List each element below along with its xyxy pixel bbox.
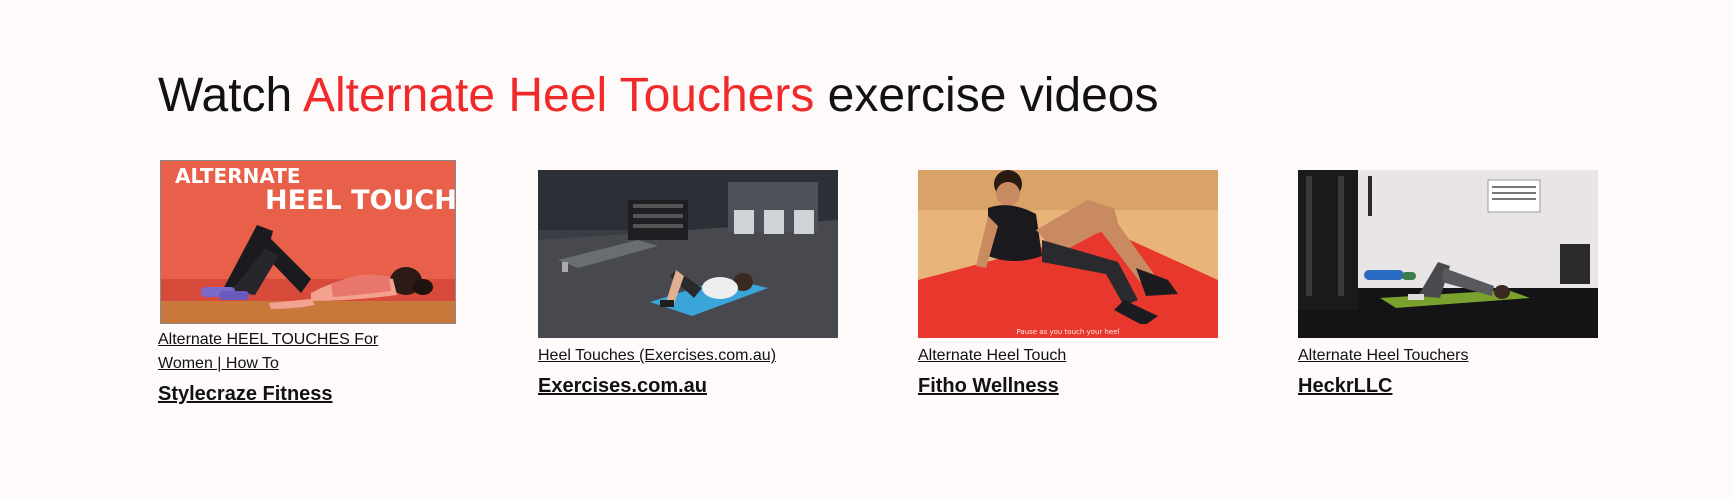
video-title-link[interactable]: Alternate Heel Touchers [1298,344,1598,368]
thumbnail-image: Pause as you touch your heel [918,170,1218,338]
video-title-link[interactable]: Alternate HEEL TOUCHES For Women | How T… [158,328,398,376]
thumbnail-image [538,170,838,338]
video-thumbnail[interactable]: Pause as you touch your heel [918,170,1218,338]
video-title-link[interactable]: Heel Touches (Exercises.com.au) [538,344,838,368]
video-thumbnail[interactable] [538,170,838,338]
thumbnail-image: ALTERNATE HEEL TOUCHES [161,161,455,323]
thumbnail-text-line2: HEEL TOUCHES [265,185,455,216]
video-thumbnail[interactable] [1298,170,1598,338]
thumbnail-caption: Pause as you touch your heel [1017,328,1120,336]
exercise-videos-section: Watch Alternate Heel Touchers exercise v… [0,0,1733,498]
channel-link[interactable]: Stylecraze Fitness [158,380,458,408]
heading-prefix: Watch [158,69,303,122]
video-card: Pause as you touch your heel Alternate H… [918,160,1218,400]
section-heading: Watch Alternate Heel Touchers exercise v… [158,66,1159,126]
heading-exercise-name: Alternate Heel Touchers [302,69,815,122]
video-card: ALTERNATE HEEL TOUCHES Alternate HEEL TO… [158,160,458,408]
channel-link[interactable]: Exercises.com.au [538,372,838,400]
video-thumbnail[interactable]: ALTERNATE HEEL TOUCHES [160,160,456,324]
channel-link[interactable]: HeckrLLC [1298,372,1598,400]
heading-suffix: exercise videos [814,69,1159,122]
video-card: Heel Touches (Exercises.com.au) Exercise… [538,160,838,400]
video-title-link[interactable]: Alternate Heel Touch [918,344,1218,368]
channel-link[interactable]: Fitho Wellness [918,372,1218,400]
video-card: Alternate Heel Touchers HeckrLLC [1298,160,1598,400]
thumbnail-image [1298,170,1598,338]
